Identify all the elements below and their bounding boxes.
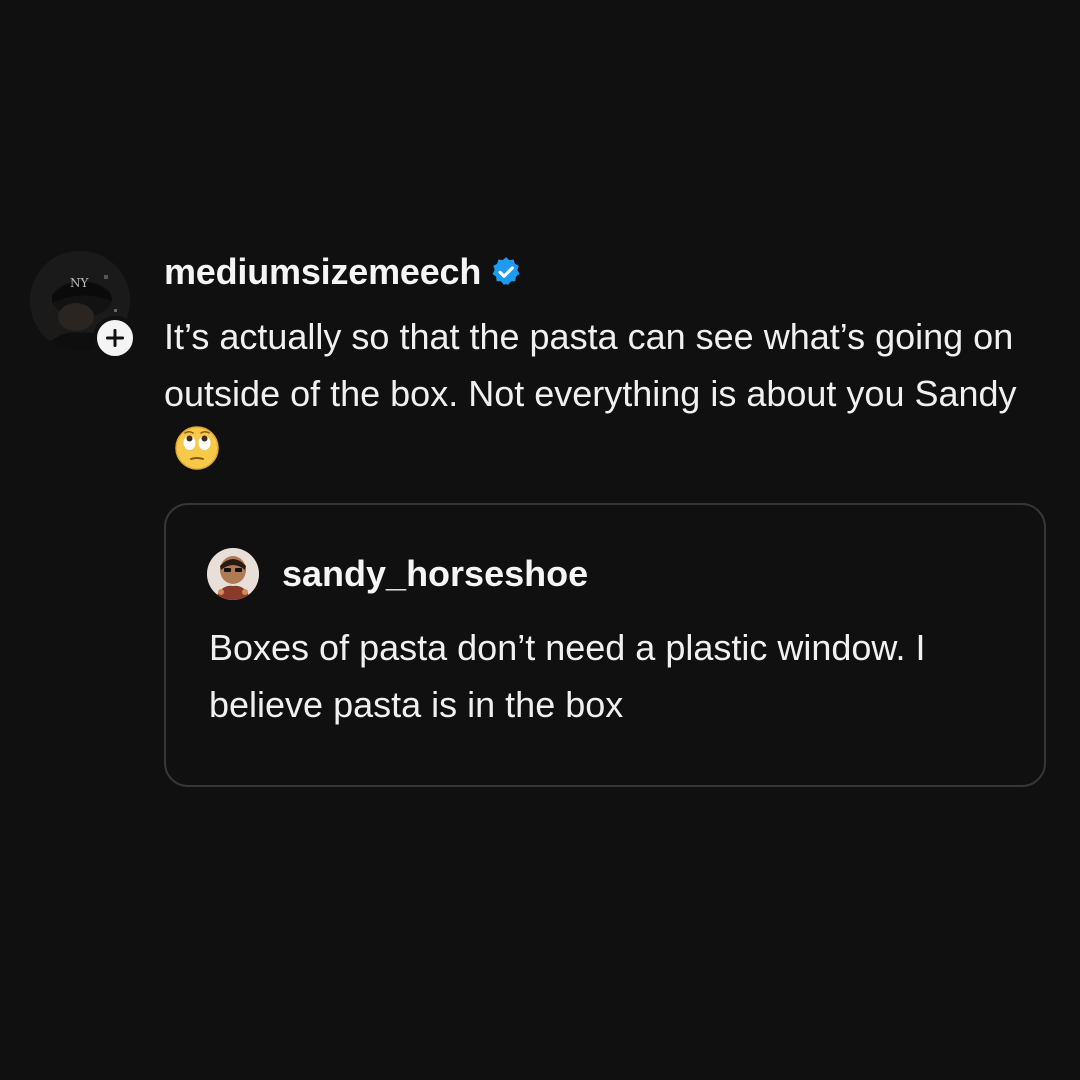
plus-icon (106, 329, 124, 347)
follow-button[interactable] (93, 316, 137, 360)
threads-post: NY mediumsizemeech It’s actually so that… (0, 0, 1080, 1080)
quoted-post-text: Boxes of pasta don’t need a plastic wind… (209, 627, 926, 725)
rolling-eyes-emoji-icon (175, 426, 219, 470)
author-header: mediumsizemeech (164, 248, 523, 296)
author-avatar-container[interactable]: NY (30, 251, 137, 360)
author-username[interactable]: mediumsizemeech (164, 251, 481, 293)
verified-badge-icon (492, 257, 520, 285)
svg-text:NY: NY (70, 276, 90, 290)
post-text: It’s actually so that the pasta can see … (164, 316, 1017, 414)
quoted-avatar-image (207, 548, 259, 600)
quoted-author-avatar[interactable] (207, 548, 259, 600)
post-body: It’s actually so that the pasta can see … (164, 308, 1044, 479)
quoted-author-username[interactable]: sandy_horseshoe (282, 553, 588, 595)
quoted-post-card[interactable]: sandy_horseshoe Boxes of pasta don’t nee… (164, 503, 1046, 787)
